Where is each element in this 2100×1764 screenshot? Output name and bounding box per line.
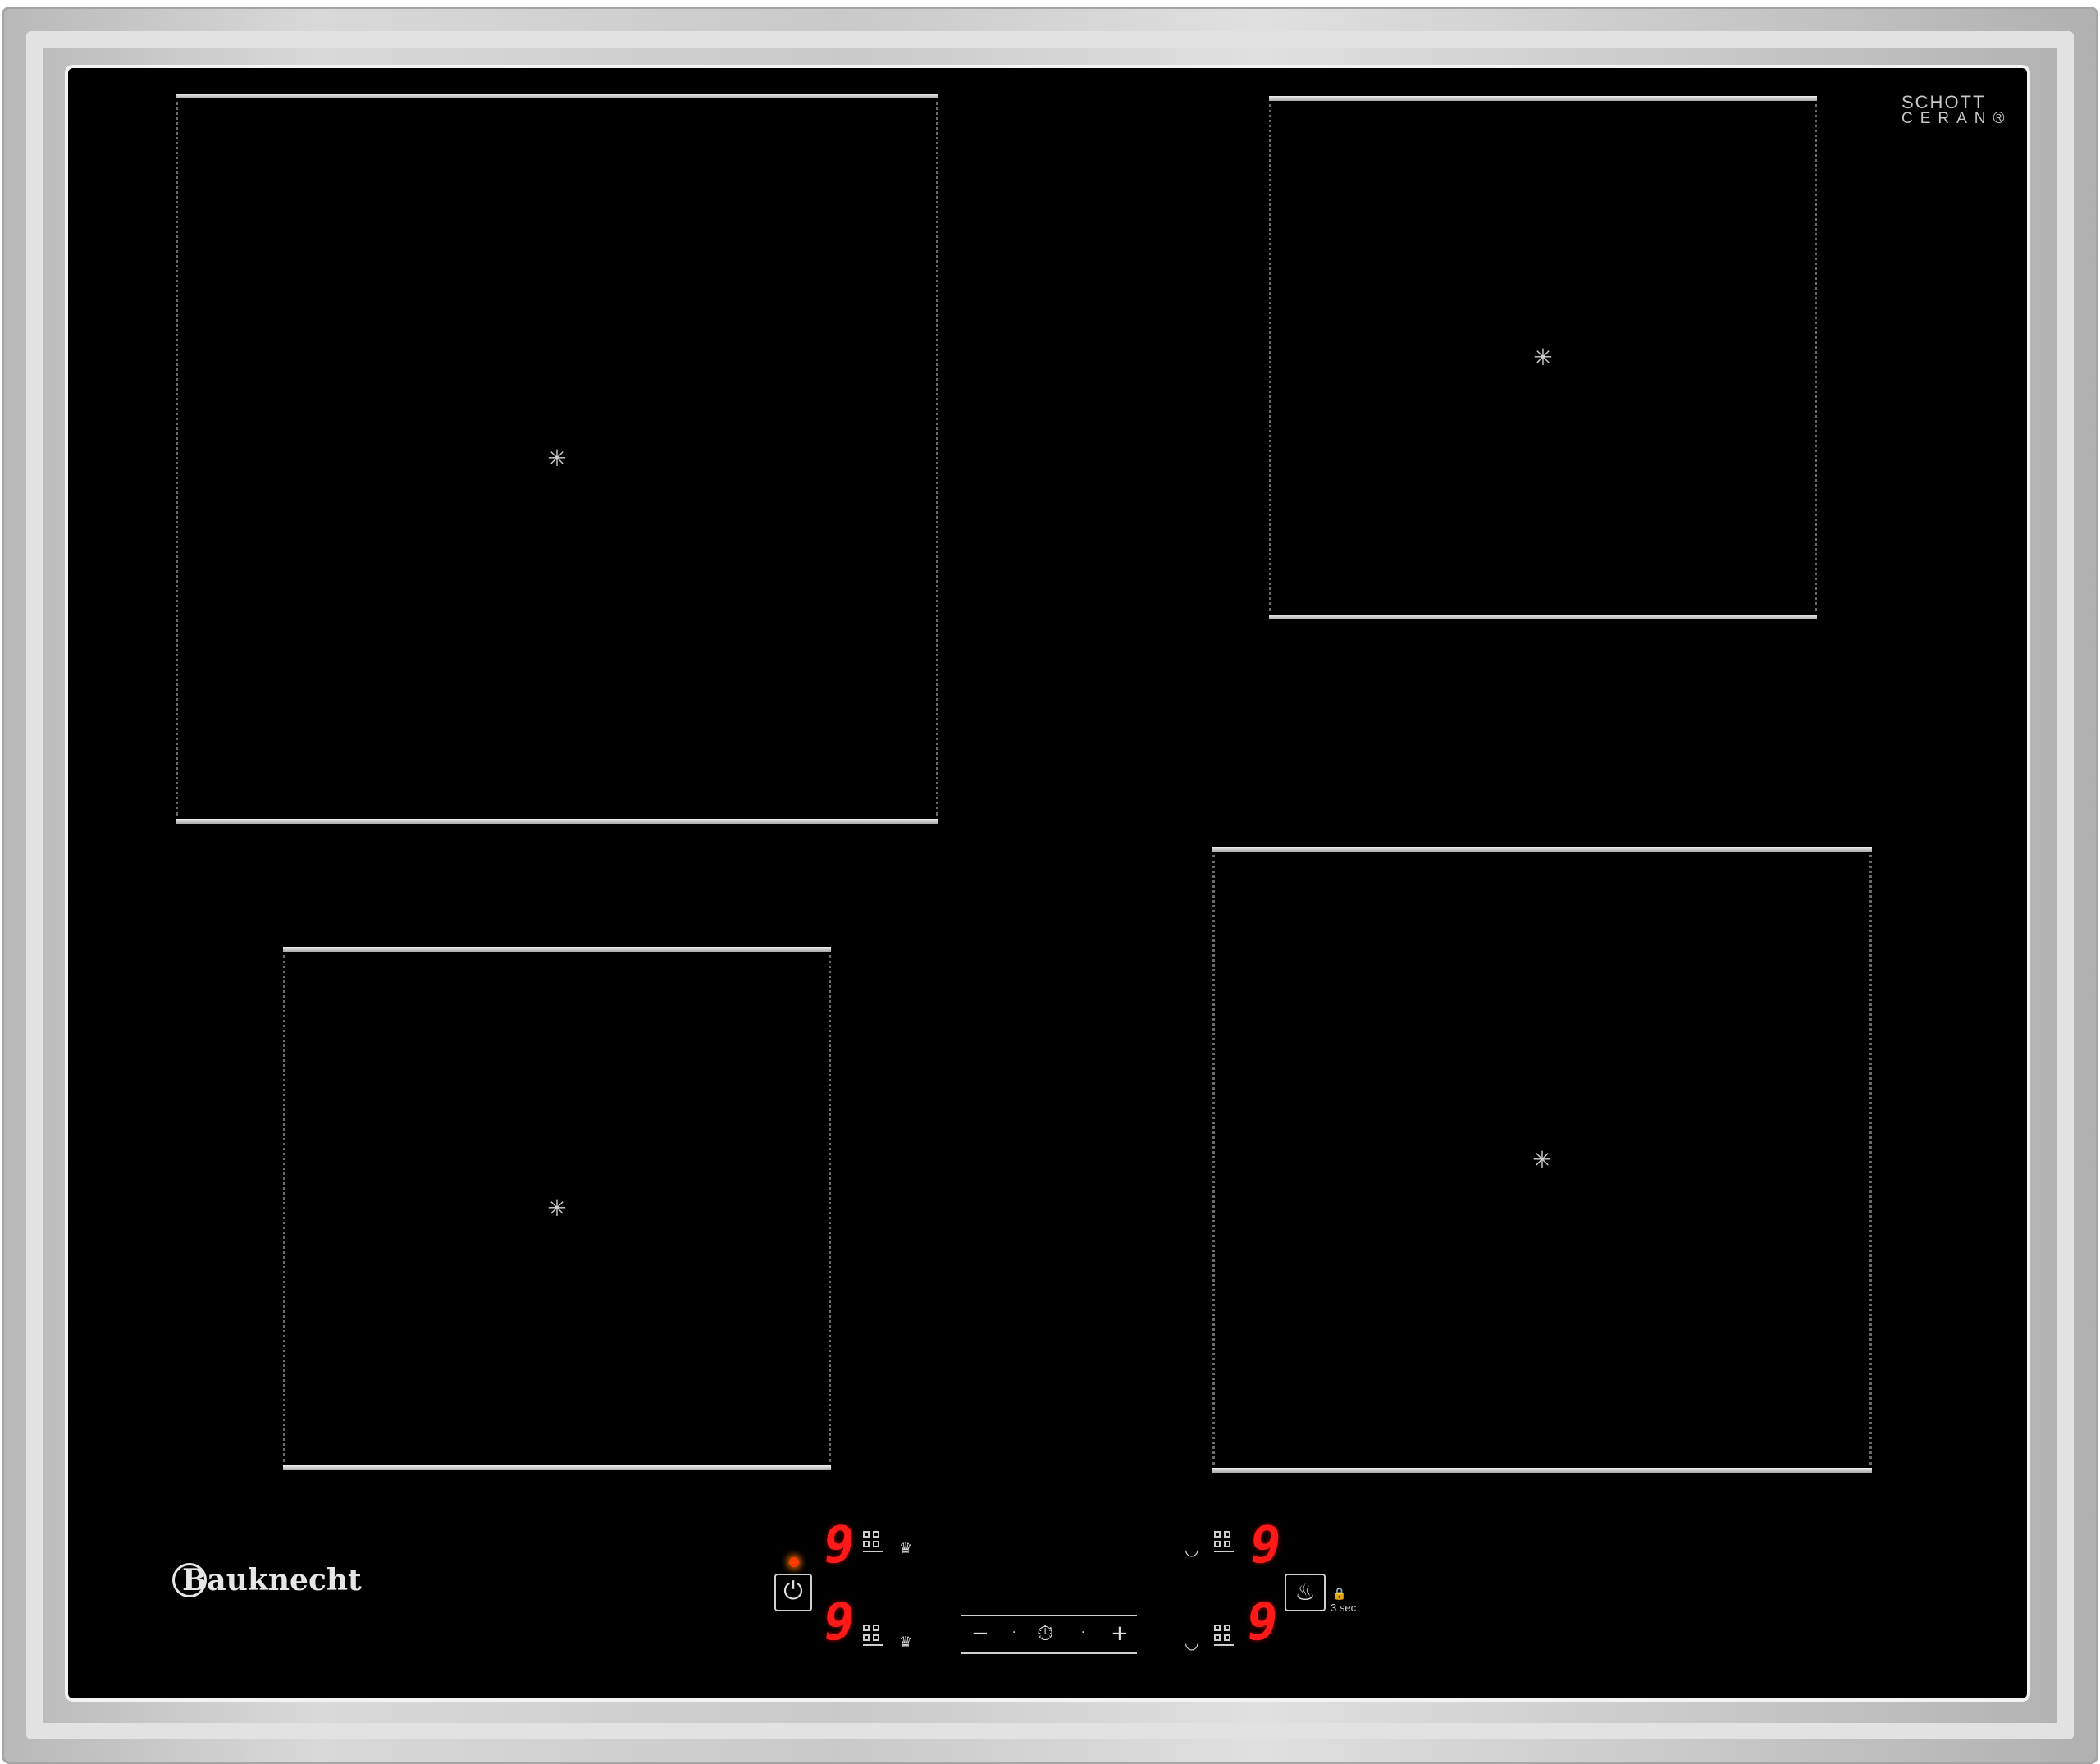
slider-dot: · [1012, 1626, 1016, 1639]
pan-icon: ♛ [899, 1540, 913, 1557]
pan-icon: ♛ [899, 1634, 913, 1651]
zone-edge-bottom [1269, 615, 1817, 619]
lock-icon: 🔒 [1332, 1588, 1347, 1601]
zone-dotted-border [283, 955, 285, 1462]
schott-label: SCHOTT [1901, 92, 1986, 112]
zone-edge-top [176, 94, 938, 98]
zone-center-icon: ✳ [547, 445, 567, 472]
timer-icon[interactable]: ⏱ [1037, 1621, 1053, 1647]
zone-front-right[interactable]: ✳ [1212, 847, 1872, 1473]
zone-dotted-border [176, 102, 178, 816]
timer-plus-button[interactable]: + [1111, 1621, 1129, 1646]
rear-right-zone-selector-icon[interactable] [1214, 1531, 1234, 1552]
zone-center-icon: ✳ [547, 1195, 567, 1222]
manufacturer-label: Bauknecht [182, 1563, 362, 1597]
front-left-zone-selector-icon[interactable] [863, 1625, 883, 1646]
bauknecht-logo: Bauknecht [172, 1563, 362, 1597]
zone-front-left[interactable]: ✳ [283, 947, 831, 1470]
zone-dotted-border [936, 102, 938, 816]
zone-rear-left[interactable]: ✳ [176, 94, 938, 824]
zone-edge-top [283, 947, 831, 952]
zone-dotted-border [1212, 855, 1215, 1465]
zone-edge-top [1269, 96, 1817, 101]
front-right-zone-selector-icon[interactable] [1214, 1625, 1234, 1646]
zone-dotted-border [1815, 104, 1817, 611]
schott-ceran-logo: SCHOTT CERAN® [1901, 94, 2012, 127]
zone-dotted-border [1869, 855, 1872, 1465]
slider-dot: · [1081, 1626, 1085, 1639]
timer-minus-button[interactable]: − [971, 1621, 989, 1646]
pot-icon: ◡ [1185, 1633, 1199, 1652]
zone-edge-top [1212, 847, 1872, 852]
pot-icon: ◡ [1185, 1539, 1199, 1559]
zone-center-icon: ✳ [1532, 1145, 1552, 1173]
timer-slider[interactable]: − · ⏱ · + [961, 1615, 1137, 1654]
zone-edge-bottom [283, 1465, 831, 1470]
zone-dotted-border [1269, 104, 1271, 611]
zone-edge-bottom [176, 819, 938, 824]
chef-function-button[interactable]: ♨ [1285, 1574, 1326, 1611]
zone-rear-right[interactable]: ✳ [1269, 96, 1817, 619]
zone-dotted-border [829, 955, 831, 1462]
rear-left-zone-selector-icon[interactable] [863, 1531, 883, 1552]
ceran-label: CERAN® [1901, 110, 2012, 127]
power-button[interactable]: ⏻ [774, 1574, 812, 1611]
lock-duration-label: 3 sec [1331, 1602, 1357, 1614]
zone-center-icon: ✳ [1533, 344, 1553, 371]
zone-edge-bottom [1212, 1468, 1872, 1473]
power-indicator-led [789, 1557, 799, 1567]
